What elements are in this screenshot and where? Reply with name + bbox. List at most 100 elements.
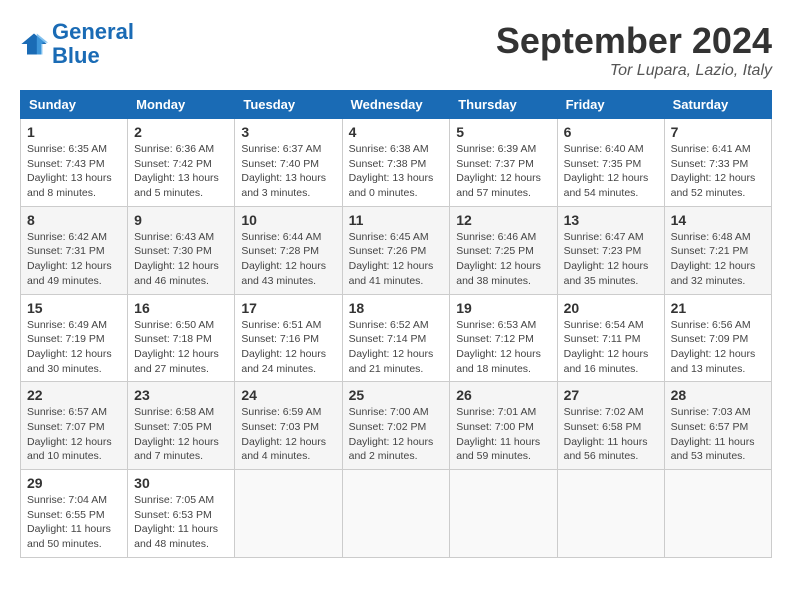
calendar-cell: 7 Sunrise: 6:41 AMSunset: 7:33 PMDaylight… bbox=[664, 119, 771, 207]
calendar-cell: 22 Sunrise: 6:57 AMSunset: 7:07 PMDayligh… bbox=[21, 382, 128, 470]
day-number: 27 bbox=[564, 387, 658, 403]
calendar-table: SundayMondayTuesdayWednesdayThursdayFrid… bbox=[20, 90, 772, 558]
day-info: Sunrise: 6:58 AMSunset: 7:05 PMDaylight:… bbox=[134, 405, 228, 464]
calendar-cell: 9Sunrise: 6:43 AMSunset: 7:30 PMDaylight… bbox=[128, 206, 235, 294]
calendar-cell: 11Sunrise: 6:45 AMSunset: 7:26 PMDayligh… bbox=[342, 206, 450, 294]
day-info: Sunrise: 7:03 AMSunset: 6:57 PMDaylight:… bbox=[671, 405, 765, 464]
day-number: 2 bbox=[134, 124, 228, 140]
day-number: 8 bbox=[27, 212, 121, 228]
day-info: Sunrise: 6:37 AMSunset: 7:40 PMDaylight:… bbox=[241, 142, 335, 201]
calendar-cell: 20 Sunrise: 6:54 AMSunset: 7:11 PMDayligh… bbox=[557, 294, 664, 382]
week-row-3: 15 Sunrise: 6:49 AMSunset: 7:19 PMDayligh… bbox=[21, 294, 772, 382]
day-info: Sunrise: 6:49 AMSunset: 7:19 PMDaylight:… bbox=[27, 318, 121, 377]
day-info: Sunrise: 6:41 AMSunset: 7:33 PMDaylight:… bbox=[671, 142, 765, 201]
day-number: 1 bbox=[27, 124, 121, 140]
day-number: 15 bbox=[27, 300, 121, 316]
day-number: 25 bbox=[349, 387, 444, 403]
calendar-cell: 21Sunrise: 6:56 AMSunset: 7:09 PMDayligh… bbox=[664, 294, 771, 382]
calendar-cell: 25 Sunrise: 7:00 AMSunset: 7:02 PMDayligh… bbox=[342, 382, 450, 470]
day-number: 17 bbox=[241, 300, 335, 316]
day-info: Sunrise: 6:38 AMSunset: 7:38 PMDaylight:… bbox=[349, 142, 444, 201]
calendar-cell: 30 Sunrise: 7:05 AMSunset: 6:53 PMDayligh… bbox=[128, 470, 235, 558]
weekday-header-wednesday: Wednesday bbox=[342, 91, 450, 119]
calendar-cell: 14Sunrise: 6:48 AMSunset: 7:21 PMDayligh… bbox=[664, 206, 771, 294]
day-number: 24 bbox=[241, 387, 335, 403]
week-row-5: 29 Sunrise: 7:04 AMSunset: 6:55 PMDayligh… bbox=[21, 470, 772, 558]
calendar-cell: 1Sunrise: 6:35 AMSunset: 7:43 PMDaylight… bbox=[21, 119, 128, 207]
calendar-cell: 28 Sunrise: 7:03 AMSunset: 6:57 PMDayligh… bbox=[664, 382, 771, 470]
calendar-cell bbox=[235, 470, 342, 558]
day-info: Sunrise: 6:45 AMSunset: 7:26 PMDaylight:… bbox=[349, 230, 444, 289]
calendar-cell: 17 Sunrise: 6:51 AMSunset: 7:16 PMDayligh… bbox=[235, 294, 342, 382]
day-number: 21 bbox=[671, 300, 765, 316]
calendar-cell: 10Sunrise: 6:44 AMSunset: 7:28 PMDayligh… bbox=[235, 206, 342, 294]
day-number: 12 bbox=[456, 212, 550, 228]
logo-line1: General bbox=[52, 19, 134, 44]
day-number: 19 bbox=[456, 300, 550, 316]
day-info: Sunrise: 6:43 AMSunset: 7:30 PMDaylight:… bbox=[134, 230, 228, 289]
day-info: Sunrise: 7:00 AMSunset: 7:02 PMDaylight:… bbox=[349, 405, 444, 464]
calendar-cell bbox=[664, 470, 771, 558]
day-info: Sunrise: 6:40 AMSunset: 7:35 PMDaylight:… bbox=[564, 142, 658, 201]
calendar-cell: 2 Sunrise: 6:36 AMSunset: 7:42 PMDaylight… bbox=[128, 119, 235, 207]
day-info: Sunrise: 6:51 AMSunset: 7:16 PMDaylight:… bbox=[241, 318, 335, 377]
day-number: 30 bbox=[134, 475, 228, 491]
day-info: Sunrise: 7:04 AMSunset: 6:55 PMDaylight:… bbox=[27, 493, 121, 552]
week-row-4: 22 Sunrise: 6:57 AMSunset: 7:07 PMDayligh… bbox=[21, 382, 772, 470]
day-number: 22 bbox=[27, 387, 121, 403]
calendar-cell: 5Sunrise: 6:39 AMSunset: 7:37 PMDaylight… bbox=[450, 119, 557, 207]
weekday-header-friday: Friday bbox=[557, 91, 664, 119]
day-info: Sunrise: 7:05 AMSunset: 6:53 PMDaylight:… bbox=[134, 493, 228, 552]
day-number: 6 bbox=[564, 124, 658, 140]
day-info: Sunrise: 6:54 AMSunset: 7:11 PMDaylight:… bbox=[564, 318, 658, 377]
day-info: Sunrise: 6:59 AMSunset: 7:03 PMDaylight:… bbox=[241, 405, 335, 464]
day-number: 28 bbox=[671, 387, 765, 403]
calendar-cell: 12 Sunrise: 6:46 AMSunset: 7:25 PMDayligh… bbox=[450, 206, 557, 294]
calendar-cell bbox=[342, 470, 450, 558]
day-info: Sunrise: 6:48 AMSunset: 7:21 PMDaylight:… bbox=[671, 230, 765, 289]
day-info: Sunrise: 6:46 AMSunset: 7:25 PMDaylight:… bbox=[456, 230, 550, 289]
day-number: 16 bbox=[134, 300, 228, 316]
month-title: September 2024 bbox=[496, 20, 772, 62]
week-row-2: 8 Sunrise: 6:42 AMSunset: 7:31 PMDaylight… bbox=[21, 206, 772, 294]
day-info: Sunrise: 7:01 AMSunset: 7:00 PMDaylight:… bbox=[456, 405, 550, 464]
day-info: Sunrise: 7:02 AMSunset: 6:58 PMDaylight:… bbox=[564, 405, 658, 464]
calendar-cell bbox=[557, 470, 664, 558]
day-info: Sunrise: 6:42 AMSunset: 7:31 PMDaylight:… bbox=[27, 230, 121, 289]
day-number: 29 bbox=[27, 475, 121, 491]
calendar-cell: 26 Sunrise: 7:01 AMSunset: 7:00 PMDayligh… bbox=[450, 382, 557, 470]
day-number: 20 bbox=[564, 300, 658, 316]
day-number: 7 bbox=[671, 124, 765, 140]
calendar-cell: 13Sunrise: 6:47 AMSunset: 7:23 PMDayligh… bbox=[557, 206, 664, 294]
weekday-header-monday: Monday bbox=[128, 91, 235, 119]
day-number: 23 bbox=[134, 387, 228, 403]
weekday-header-saturday: Saturday bbox=[664, 91, 771, 119]
calendar-cell bbox=[450, 470, 557, 558]
weekday-header-tuesday: Tuesday bbox=[235, 91, 342, 119]
calendar-cell: 24 Sunrise: 6:59 AMSunset: 7:03 PMDayligh… bbox=[235, 382, 342, 470]
calendar-cell: 29 Sunrise: 7:04 AMSunset: 6:55 PMDayligh… bbox=[21, 470, 128, 558]
calendar-cell: 27 Sunrise: 7:02 AMSunset: 6:58 PMDayligh… bbox=[557, 382, 664, 470]
title-block: September 2024 Tor Lupara, Lazio, Italy bbox=[496, 20, 772, 80]
calendar-cell: 16 Sunrise: 6:50 AMSunset: 7:18 PMDayligh… bbox=[128, 294, 235, 382]
weekday-header-thursday: Thursday bbox=[450, 91, 557, 119]
day-info: Sunrise: 6:36 AMSunset: 7:42 PMDaylight:… bbox=[134, 142, 228, 201]
day-number: 4 bbox=[349, 124, 444, 140]
calendar-cell: 18Sunrise: 6:52 AMSunset: 7:14 PMDayligh… bbox=[342, 294, 450, 382]
calendar-cell: 6 Sunrise: 6:40 AMSunset: 7:35 PMDaylight… bbox=[557, 119, 664, 207]
logo-line2: Blue bbox=[52, 43, 100, 68]
day-info: Sunrise: 6:39 AMSunset: 7:37 PMDaylight:… bbox=[456, 142, 550, 201]
page-header: General Blue September 2024 Tor Lupara, … bbox=[20, 20, 772, 80]
day-info: Sunrise: 6:47 AMSunset: 7:23 PMDaylight:… bbox=[564, 230, 658, 289]
location: Tor Lupara, Lazio, Italy bbox=[496, 62, 772, 80]
logo: General Blue bbox=[20, 20, 134, 68]
day-number: 18 bbox=[349, 300, 444, 316]
calendar-cell: 19Sunrise: 6:53 AMSunset: 7:12 PMDayligh… bbox=[450, 294, 557, 382]
calendar-cell: 8 Sunrise: 6:42 AMSunset: 7:31 PMDaylight… bbox=[21, 206, 128, 294]
calendar-cell: 3Sunrise: 6:37 AMSunset: 7:40 PMDaylight… bbox=[235, 119, 342, 207]
day-info: Sunrise: 6:57 AMSunset: 7:07 PMDaylight:… bbox=[27, 405, 121, 464]
calendar-cell: 15 Sunrise: 6:49 AMSunset: 7:19 PMDayligh… bbox=[21, 294, 128, 382]
week-row-1: 1Sunrise: 6:35 AMSunset: 7:43 PMDaylight… bbox=[21, 119, 772, 207]
day-info: Sunrise: 6:50 AMSunset: 7:18 PMDaylight:… bbox=[134, 318, 228, 377]
day-number: 26 bbox=[456, 387, 550, 403]
